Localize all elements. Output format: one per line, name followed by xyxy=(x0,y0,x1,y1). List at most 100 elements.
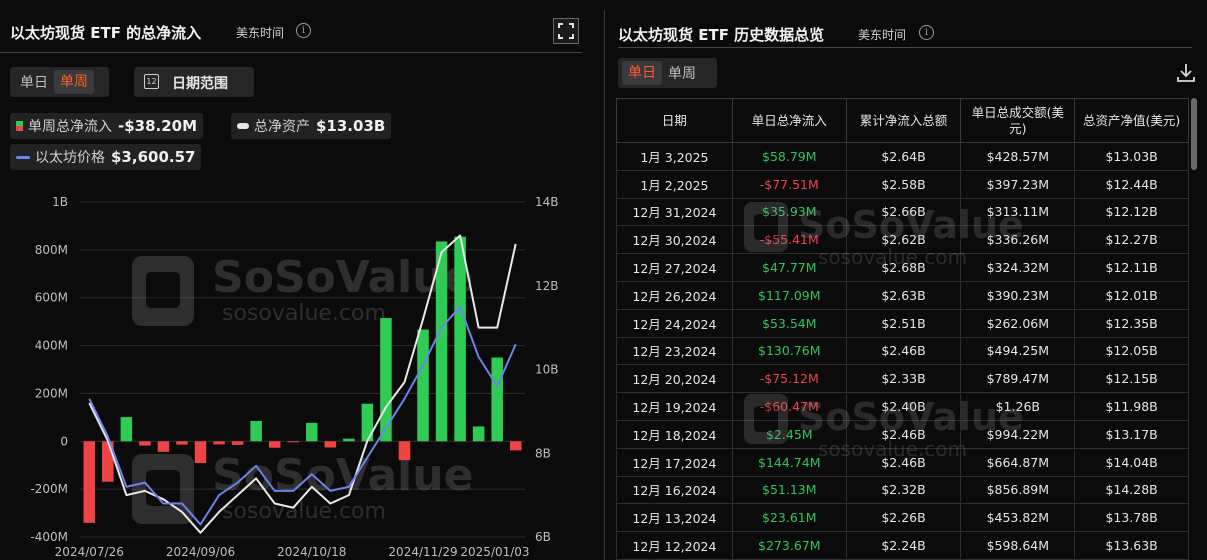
table-row[interactable]: 1月 3,2025 $58.79M $2.64B $428.57M $13.03B xyxy=(616,142,1189,171)
bar xyxy=(361,403,374,442)
cell-date: 1月 3,2025 xyxy=(616,142,733,171)
y-left-tick-label: -200M xyxy=(30,482,68,496)
cell-volume: $262.06M xyxy=(960,308,1076,338)
table-row[interactable]: 12月 19,2024 -$60.47M $2.40B $1.26B $11.98B xyxy=(616,392,1189,421)
bar xyxy=(287,441,299,443)
tab-daily[interactable]: 单日 xyxy=(14,72,54,92)
table-row[interactable]: 12月 23,2024 $130.76M $2.46B $494.25M $12.05B xyxy=(616,336,1189,366)
table-row[interactable]: 1月 2,2025 -$77.51M $2.58B $397.23M $12.44B xyxy=(616,169,1189,199)
watermark-brand: SoSoValue xyxy=(212,450,473,501)
y-left-tick-label: 0 xyxy=(60,434,68,448)
cell-cumulative: $2.26B xyxy=(845,503,962,533)
cell-nav: $13.63B xyxy=(1074,531,1189,560)
cell-volume: $428.57M xyxy=(960,142,1076,171)
table-row[interactable]: 12月 12,2024 $273.67M $2.24B $598.64M $13.63B xyxy=(616,531,1189,560)
table-row[interactable]: 12月 16,2024 $51.13M $2.32B $856.89M $14.28B xyxy=(616,475,1189,505)
cell-nav: $13.17B xyxy=(1074,419,1189,449)
legend-eth-price[interactable]: 以太坊价格 $3,600.57 xyxy=(10,144,202,170)
cell-date: 12月 30,2024 xyxy=(616,225,733,255)
cell-daily-flow: -$60.47M xyxy=(731,392,847,421)
col-date[interactable]: 日期 xyxy=(616,98,733,143)
cell-volume: $664.87M xyxy=(960,447,1076,477)
table-row[interactable]: 12月 18,2024 $2.45M $2.46B $994.22M $13.17B xyxy=(616,419,1189,449)
y-right-tick-label: 14B xyxy=(535,195,559,209)
cell-cumulative: $2.32B xyxy=(845,475,962,505)
y-left-tick-label: 200M xyxy=(35,386,68,400)
cell-daily-flow: $47.77M xyxy=(731,253,847,282)
legend-total-assets[interactable]: 总净资产 $13.03B xyxy=(231,113,392,139)
cell-daily-flow: $58.79M xyxy=(731,142,847,171)
cell-daily-flow: -$75.12M xyxy=(731,364,847,394)
cell-daily-flow: $130.76M xyxy=(731,336,847,366)
bar xyxy=(509,441,522,451)
calendar-icon: 12 xyxy=(144,74,159,89)
cell-date: 12月 13,2024 xyxy=(616,503,733,533)
col-volume[interactable]: 单日总成交额(美元) xyxy=(960,98,1076,143)
tab-daily[interactable]: 单日 xyxy=(622,61,662,85)
expand-icon xyxy=(558,23,574,39)
tab-weekly[interactable]: 单周 xyxy=(662,63,702,83)
col-cumulative[interactable]: 累计净流入总额 xyxy=(845,98,962,143)
cell-volume: $313.11M xyxy=(960,197,1076,227)
cell-cumulative: $2.46B xyxy=(845,336,962,366)
cell-volume: $324.32M xyxy=(960,253,1076,282)
timezone-label: 美东时间 xyxy=(858,28,907,42)
x-tick-label: 2024/07/26 xyxy=(55,545,124,559)
cell-date: 12月 16,2024 xyxy=(616,475,733,505)
cell-daily-flow: $144.74M xyxy=(731,447,847,477)
cell-daily-flow: -$55.41M xyxy=(731,225,847,255)
panel-title: 以太坊现货 ETF 历史数据总览 xyxy=(618,26,825,44)
y-left-tick-label: 600M xyxy=(35,291,68,305)
cell-date: 12月 20,2024 xyxy=(616,364,733,394)
y-left-tick-label: 800M xyxy=(35,243,68,257)
cell-daily-flow: $35.93M xyxy=(731,197,847,227)
cell-daily-flow: $51.13M xyxy=(731,475,847,505)
cell-nav: $12.35B xyxy=(1074,308,1189,338)
period-toggle: 单日 单周 xyxy=(618,58,717,88)
x-tick-label: 2024/10/18 xyxy=(277,545,346,559)
period-toggle: 单日 单周 xyxy=(10,67,109,97)
info-icon[interactable]: i xyxy=(919,25,934,40)
cell-nav: $11.98B xyxy=(1074,392,1189,421)
cell-nav: $12.27B xyxy=(1074,225,1189,255)
table-row[interactable]: 12月 26,2024 $117.09M $2.63B $390.23M $12.01B xyxy=(616,280,1189,310)
cell-volume: $453.82M xyxy=(960,503,1076,533)
divider xyxy=(618,47,1192,48)
col-nav[interactable]: 总资产净值(美元) xyxy=(1074,98,1189,143)
cell-cumulative: $2.66B xyxy=(845,197,962,227)
bar xyxy=(250,420,262,442)
info-icon[interactable]: i xyxy=(296,23,311,38)
legend-net-inflow[interactable]: 单周总净流入 -$38.20M xyxy=(10,113,204,139)
y-left-tick-label: 1B xyxy=(52,195,68,209)
cell-nav: $14.04B xyxy=(1074,447,1189,477)
cell-nav: $12.05B xyxy=(1074,336,1189,366)
table-row[interactable]: 12月 31,2024 $35.93M $2.66B $313.11M $12.12B xyxy=(616,197,1189,227)
table-row[interactable]: 12月 17,2024 $144.74M $2.46B $664.87M $14.04B xyxy=(616,447,1189,477)
date-range-button[interactable]: 12 日期范围 xyxy=(134,67,254,97)
history-panel: 以太坊现货 ETF 历史数据总览 美东时间 i 单日 单周 日期 单日总净流入 … xyxy=(606,0,1207,560)
cell-cumulative: $2.33B xyxy=(845,364,962,394)
watermark xyxy=(132,256,194,326)
watermark-url: sosovalue.com xyxy=(222,499,386,524)
table-row[interactable]: 12月 20,2024 -$75.12M $2.33B $789.47M $12.15B xyxy=(616,364,1189,394)
cell-date: 12月 27,2024 xyxy=(616,253,733,282)
fullscreen-button[interactable] xyxy=(553,18,579,44)
cell-cumulative: $2.40B xyxy=(845,392,962,421)
table-scrollbar[interactable] xyxy=(1191,98,1197,170)
date-range-label: 日期范围 xyxy=(172,76,228,92)
cell-cumulative: $2.63B xyxy=(845,280,962,310)
cell-date: 12月 31,2024 xyxy=(616,197,733,227)
legend-label: 以太坊价格 xyxy=(35,150,105,166)
line-swatch-icon xyxy=(237,123,249,129)
table-row[interactable]: 12月 13,2024 $23.61M $2.26B $453.82M $13.78B xyxy=(616,503,1189,533)
table-row[interactable]: 12月 27,2024 $47.77M $2.68B $324.32M $12.11B xyxy=(616,253,1189,282)
table-row[interactable]: 12月 24,2024 $53.54M $2.51B $262.06M $12.35B xyxy=(616,308,1189,338)
col-daily-flow[interactable]: 单日总净流入 xyxy=(731,98,847,143)
cell-daily-flow: $53.54M xyxy=(731,308,847,338)
table-row[interactable]: 12月 30,2024 -$55.41M $2.62B $336.26M $12.27B xyxy=(616,225,1189,255)
cell-nav: $12.15B xyxy=(1074,364,1189,394)
tab-weekly[interactable]: 单周 xyxy=(54,70,94,94)
cell-nav: $14.28B xyxy=(1074,475,1189,505)
cell-nav: $12.01B xyxy=(1074,280,1189,310)
download-icon[interactable] xyxy=(1175,62,1197,84)
